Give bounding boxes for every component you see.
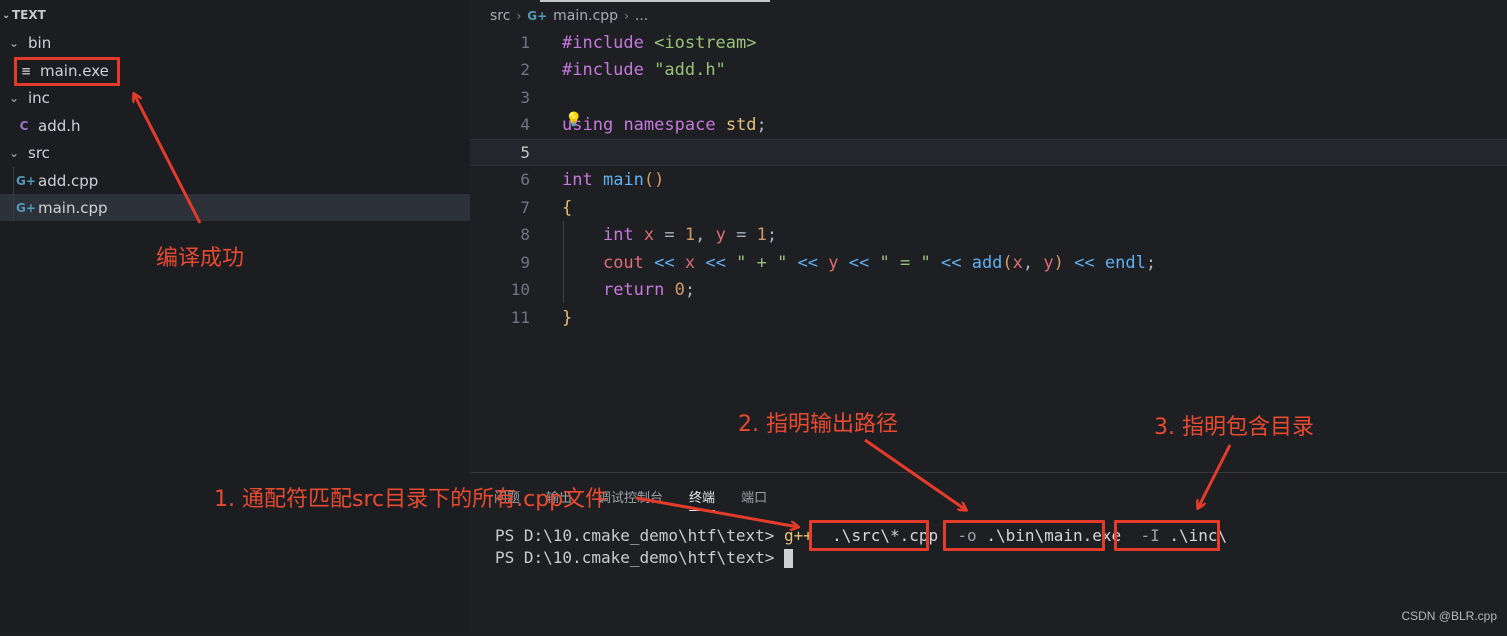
tree-file-add-h[interactable]: C add.h [0, 112, 470, 139]
code-text: #include <iostream> [562, 32, 757, 53]
code-line[interactable]: 7 { [470, 194, 1507, 221]
breadcrumb-more[interactable]: ... [635, 8, 648, 24]
tree-item-label: src [28, 143, 50, 162]
cpp-file-icon: G+ [16, 173, 36, 188]
indent-guide [563, 221, 564, 303]
tree-folder-inc[interactable]: ⌄ inc [0, 84, 470, 111]
terminal-cursor [784, 549, 793, 568]
code-line[interactable]: 3 [470, 84, 1507, 111]
annotation-box-src [809, 520, 929, 551]
code-line-current[interactable]: 5 [470, 139, 1507, 167]
explorer-root-header[interactable]: ⌄ TEXT [0, 4, 470, 26]
explorer-root-label: TEXT [12, 8, 46, 22]
annotation-box-output [943, 520, 1105, 551]
breadcrumb-folder[interactable]: src [490, 8, 510, 24]
line-number: 10 [510, 280, 530, 300]
terminal-line[interactable]: PS D:\10.cmake_demo\htf\text> [495, 548, 793, 568]
code-text: { [562, 197, 573, 218]
tree-item-label: add.cpp [38, 171, 99, 190]
chevron-down-icon: ⌄ [8, 145, 20, 160]
code-line[interactable]: 2 #include "add.h" [470, 56, 1507, 83]
tree-indent-guide [13, 167, 14, 221]
code-text: using namespace std; [562, 114, 767, 135]
chevron-down-icon: ⌄ [2, 9, 11, 21]
c-header-icon: C [19, 118, 29, 133]
line-number: 8 [520, 225, 530, 245]
terminal-prompt: PS D:\10.cmake_demo\htf\text> [495, 548, 775, 567]
code-line[interactable]: 8 int x = 1, y = 1; [470, 221, 1507, 248]
annotation-wildcard: 1. 通配符匹配src目录下的所有.cpp文件 [214, 487, 608, 512]
chevron-down-icon: ⌄ [8, 35, 20, 50]
bottom-panel: 问题 输出 调试控制台 终端 端口 PS D:\10.cmake_demo\ht… [470, 472, 1507, 636]
chevron-right-icon: › [624, 9, 629, 23]
code-line[interactable]: 10 return 0; [470, 276, 1507, 303]
code-text: #include "add.h" [562, 59, 726, 80]
code-line[interactable]: 9 cout << x << " + " << y << " = " << ad… [470, 249, 1507, 276]
code-text: cout << x << " + " << y << " = " << add(… [602, 252, 1157, 273]
annotation-build-success: 编译成功 [156, 246, 245, 271]
watermark: CSDN @BLR.cpp [1401, 609, 1497, 623]
tree-file-main-cpp[interactable]: G+ main.cpp [0, 194, 470, 221]
line-number: 9 [520, 253, 530, 273]
code-text: return 0; [602, 279, 696, 300]
breadcrumb: src › G+ main.cpp › ... [490, 6, 648, 26]
explorer-sidebar: ⌄ TEXT ⌄ bin ≡ main.exe ⌄ inc C add.h ⌄ … [0, 0, 470, 635]
tree-item-label: main.cpp [38, 198, 108, 217]
active-tab-indicator [540, 0, 770, 2]
tree-folder-bin[interactable]: ⌄ bin [0, 29, 470, 56]
tab-debug-console[interactable]: 调试控制台 [598, 487, 663, 511]
tree-item-label: add.h [38, 116, 81, 135]
line-number: 5 [520, 143, 530, 163]
code-line[interactable]: 1 #include <iostream> [470, 29, 1507, 56]
annotation-include-dir: 3. 指明包含目录 [1154, 415, 1314, 440]
tab-terminal[interactable]: 终端 [689, 487, 716, 511]
annotation-output-path: 2. 指明输出路径 [738, 412, 898, 437]
line-number: 11 [510, 308, 530, 328]
line-number: 1 [520, 33, 530, 53]
line-number: 4 [520, 115, 530, 135]
cpp-file-icon: G+ [527, 9, 548, 23]
line-number: 2 [520, 60, 530, 80]
cpp-file-icon: G+ [16, 200, 36, 215]
code-text: int main() [562, 169, 665, 190]
tree-item-label: inc [28, 88, 50, 107]
terminal-prompt: PS D:\10.cmake_demo\htf\text> [495, 526, 775, 545]
code-text: } [562, 307, 573, 328]
code-text: int x = 1, y = 1; [602, 224, 778, 245]
code-line[interactable]: 6 int main() [470, 166, 1507, 193]
code-editor[interactable]: src › G+ main.cpp › ... 1 #include <iost… [470, 0, 1507, 472]
tree-item-label: bin [28, 33, 52, 52]
code-line[interactable]: 4 using namespace std; [470, 111, 1507, 138]
annotation-box-include [1114, 520, 1220, 551]
tree-folder-src[interactable]: ⌄ src [0, 139, 470, 166]
line-number: 6 [520, 170, 530, 190]
tree-file-add-cpp[interactable]: G+ add.cpp [0, 167, 470, 194]
chevron-right-icon: › [516, 9, 522, 23]
tab-ports[interactable]: 端口 [741, 487, 767, 511]
line-number: 7 [520, 198, 530, 218]
lightbulb-icon[interactable]: 💡 [565, 112, 582, 128]
breadcrumb-file[interactable]: main.cpp [553, 8, 618, 24]
chevron-down-icon: ⌄ [8, 90, 20, 105]
code-line[interactable]: 11 } [470, 304, 1507, 331]
line-number: 3 [520, 88, 530, 108]
annotation-box-main-exe [14, 57, 120, 86]
